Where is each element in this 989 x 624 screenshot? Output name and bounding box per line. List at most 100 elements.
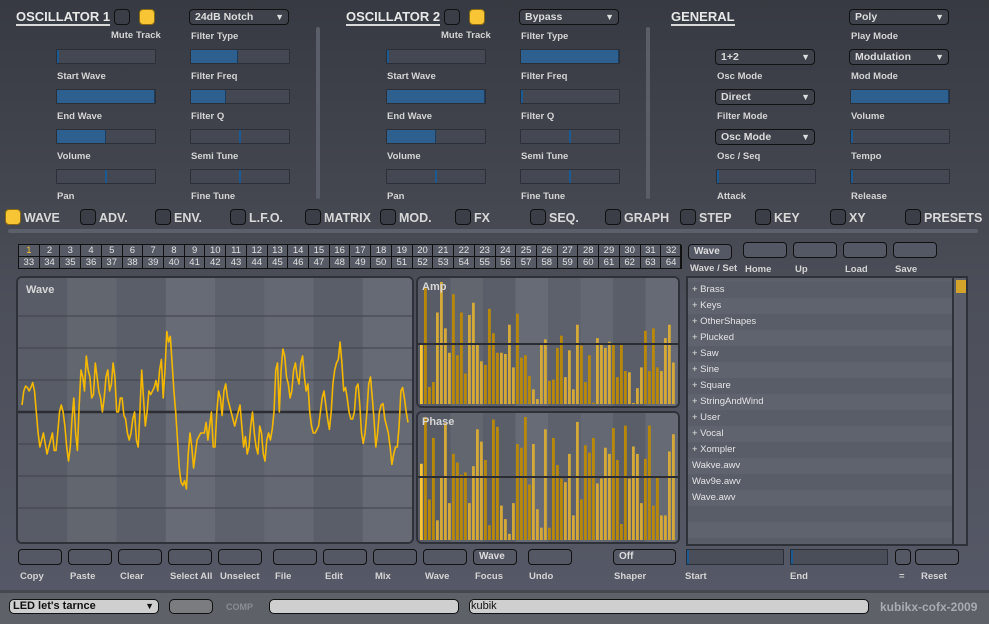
list-item-empty[interactable] [688,522,952,538]
osc1-fine-tune-slider[interactable] [190,169,290,184]
load-button[interactable] [843,242,887,258]
osc1-pan-slider[interactable] [56,169,156,184]
list-item[interactable]: + Vocal [688,426,952,442]
osc1-semi-tune-slider[interactable] [190,129,290,144]
wave-slot-5[interactable]: 5 [101,245,123,257]
osc2-pan-slider[interactable] [386,169,486,184]
scrollbar-thumb[interactable] [956,280,966,293]
wave-set-button[interactable]: Wave [688,244,732,260]
wave-slot-32[interactable]: 32 [661,245,682,257]
wave-slot-52[interactable]: 52 [412,257,434,269]
wave-slot-54[interactable]: 54 [454,257,475,269]
wave-slot-1[interactable]: 1 [19,245,40,257]
general-volume-slider[interactable] [850,89,950,104]
reset-button[interactable] [915,549,959,565]
wave-slot-8[interactable]: 8 [164,245,185,257]
wave-slot-39[interactable]: 39 [143,257,164,269]
tab-xy[interactable]: XY [849,210,866,226]
wave-slot-47[interactable]: 47 [309,257,330,269]
tab-env[interactable]: ENV. [174,210,202,226]
phase-harmonics-display[interactable] [418,413,678,542]
tab-presets[interactable]: PRESETS [924,210,982,226]
list-item-empty[interactable] [688,538,952,544]
clear-button[interactable] [118,549,162,565]
wave-slot-58[interactable]: 58 [536,257,558,269]
osc-mode-dropdown[interactable]: 1+2 ▼ [715,49,815,65]
wave-slot-41[interactable]: 41 [184,257,206,269]
save-button[interactable] [893,242,937,258]
tab-key-toggle[interactable] [755,209,771,225]
osc2-filter-freq-slider[interactable] [520,49,620,64]
undo-button[interactable] [528,549,572,565]
osc2-filter-q-slider[interactable] [520,89,620,104]
end-field[interactable] [790,549,888,565]
wave-slot-17[interactable]: 17 [350,245,372,257]
tab-mod[interactable]: MOD. [399,210,432,226]
mod-mode-dropdown[interactable]: Modulation ▼ [849,49,949,65]
osc1-start-wave-slider[interactable] [56,49,156,64]
up-button[interactable] [793,242,837,258]
wave-slot-61[interactable]: 61 [599,257,620,269]
wave-slot-48[interactable]: 48 [329,257,351,269]
wave-slot-42[interactable]: 42 [205,257,227,269]
list-item[interactable]: Wav9e.awv [688,474,952,490]
wave-slot-29[interactable]: 29 [599,245,620,257]
wave-slot-25[interactable]: 25 [516,245,537,257]
wave-slot-13[interactable]: 13 [267,245,289,257]
tab-step-toggle[interactable] [680,209,696,225]
wave-slot-26[interactable]: 26 [536,245,558,257]
wave-slot-50[interactable]: 50 [371,257,392,269]
tab-mod-toggle[interactable] [380,209,396,225]
osc2-mute-toggle[interactable] [444,9,460,25]
tab-key[interactable]: KEY [774,210,800,226]
wave-slot-53[interactable]: 53 [433,257,455,269]
wave-slot-63[interactable]: 63 [640,257,662,269]
wave-slot-16[interactable]: 16 [329,245,351,257]
filter-mode-dropdown[interactable]: Direct ▼ [715,89,815,105]
wave-slot-31[interactable]: 31 [640,245,662,257]
wave-display[interactable] [18,278,412,542]
tab-fx[interactable]: FX [474,210,490,226]
tab-step[interactable]: STEP [699,210,732,226]
tab-xy-toggle[interactable] [830,209,846,225]
author-field[interactable]: kubik [469,599,869,614]
list-item[interactable]: + Plucked [688,330,952,346]
home-button[interactable] [743,242,787,258]
list-item[interactable]: + Square [688,378,952,394]
amp-panel[interactable]: Amp [416,276,680,408]
wave-slot-10[interactable]: 10 [205,245,227,257]
comp-toggle[interactable] [169,599,213,614]
list-item[interactable]: + Saw [688,346,952,362]
list-item[interactable]: + User [688,410,952,426]
osc1-filter-freq-slider[interactable] [190,49,290,64]
wave-slot-7[interactable]: 7 [143,245,164,257]
osc2-track-toggle[interactable] [469,9,485,25]
tab-presets-toggle[interactable] [905,209,921,225]
wave-slot-46[interactable]: 46 [288,257,310,269]
wave-slot-20[interactable]: 20 [412,245,434,257]
wave-slot-40[interactable]: 40 [164,257,185,269]
tab-adv[interactable]: ADV. [99,210,128,226]
wave-slot-38[interactable]: 38 [122,257,144,269]
list-item[interactable]: + Keys [688,298,952,314]
osc2-semi-tune-slider[interactable] [520,129,620,144]
wave-slot-23[interactable]: 23 [474,245,496,257]
equals-button[interactable] [895,549,911,565]
tempo-slider[interactable] [850,129,950,144]
wave-slot-44[interactable]: 44 [246,257,268,269]
list-item[interactable]: Wakve.awv [688,458,952,474]
wave-slot-49[interactable]: 49 [350,257,372,269]
osc2-filter-type-dropdown[interactable]: Bypass ▼ [519,9,619,25]
list-item[interactable]: + Sine [688,362,952,378]
amp-harmonics-display[interactable] [418,278,678,406]
wave-slot-2[interactable]: 2 [39,245,61,257]
wave-slot-21[interactable]: 21 [433,245,455,257]
osc2-fine-tune-slider[interactable] [520,169,620,184]
osc1-end-wave-slider[interactable] [56,89,156,104]
file-button[interactable] [273,549,317,565]
list-item[interactable]: Wave.awv [688,490,952,506]
tab-lfo[interactable]: L.F.O. [249,210,283,226]
select-all-button[interactable] [168,549,212,565]
wave-slot-4[interactable]: 4 [81,245,102,257]
wave-slot-33[interactable]: 33 [19,257,40,269]
